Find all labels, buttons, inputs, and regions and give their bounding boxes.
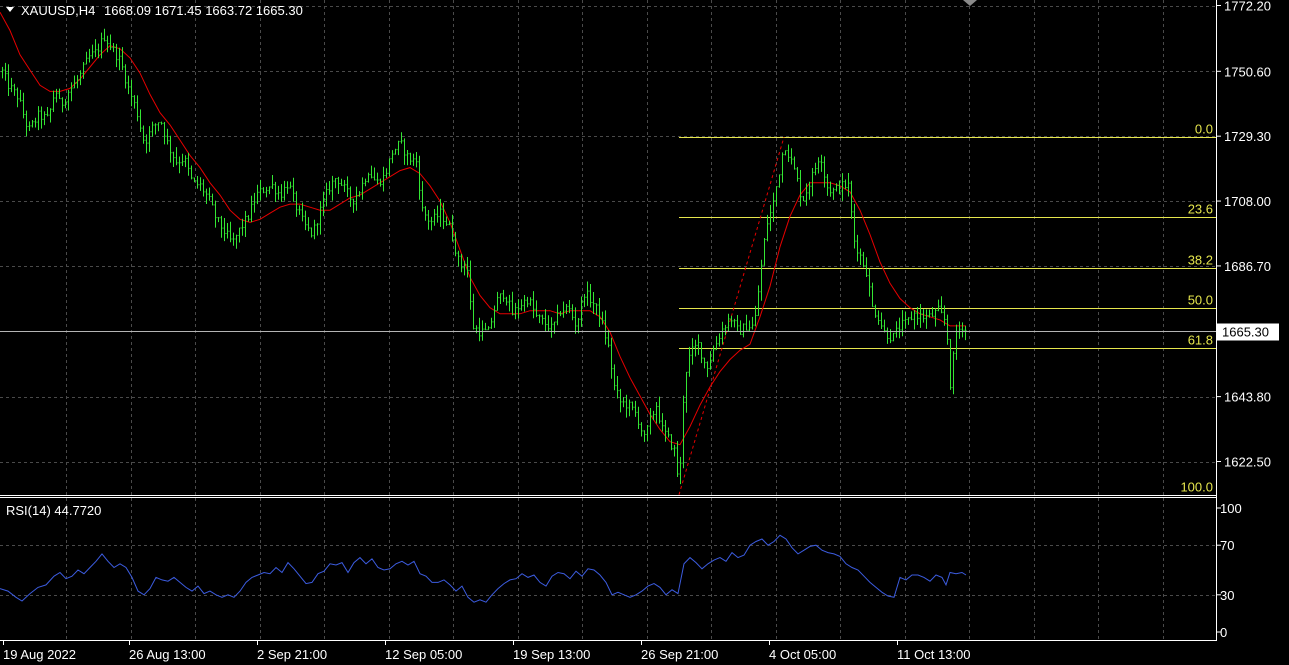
time-tick-label: 19 Aug 2022 <box>3 647 76 662</box>
price-tick-label: 1686.70 <box>1224 259 1271 274</box>
time-tick-label: 19 Sep 13:00 <box>513 647 590 662</box>
rsi-tick-label: 100 <box>1220 501 1242 516</box>
price-tick-label: 1708.00 <box>1224 194 1271 209</box>
price-tick-label: 1622.50 <box>1224 455 1271 470</box>
time-tick-label: 12 Sep 05:00 <box>385 647 462 662</box>
trading-chart: 0.0 23.6 38.2 50.0 61.8 100.0 1665.30 1772.20… <box>0 0 1289 665</box>
time-tick-label: 11 Oct 13:00 <box>897 647 970 662</box>
current-price-label: 1665.30 <box>1222 325 1269 340</box>
fib-level-label: 100.0 <box>1180 480 1213 495</box>
fib-level-label: 50.0 <box>1188 293 1213 308</box>
time-tick-label: 26 Sep 21:00 <box>641 647 718 662</box>
rsi-tick-label: 0 <box>1220 625 1227 640</box>
rsi-tick-label: 30 <box>1220 588 1234 603</box>
symbol-label: XAUUSD,H4 <box>21 3 95 18</box>
fib-level-label: 0.0 <box>1195 122 1213 137</box>
time-tick-label: 4 Oct 05:00 <box>769 647 836 662</box>
price-tick-label: 1772.20 <box>1224 0 1271 14</box>
price-tick-label: 1729.30 <box>1224 129 1271 144</box>
time-tick-label: 2 Sep 21:00 <box>257 647 327 662</box>
fib-level-label: 38.2 <box>1188 253 1213 268</box>
fib-level-label: 23.6 <box>1188 202 1213 217</box>
price-tick-label: 1643.80 <box>1224 390 1271 405</box>
price-tick-label: 1750.60 <box>1224 64 1271 79</box>
ohlc-readout: 1668.09 1671.45 1663.72 1665.30 <box>104 3 303 18</box>
rsi-tick-label: 70 <box>1220 538 1234 553</box>
rsi-title: RSI(14) 44.7720 <box>6 503 101 518</box>
fib-level-label: 61.8 <box>1188 333 1213 348</box>
chart-background <box>0 0 1289 665</box>
time-tick-label: 26 Aug 13:00 <box>129 647 206 662</box>
